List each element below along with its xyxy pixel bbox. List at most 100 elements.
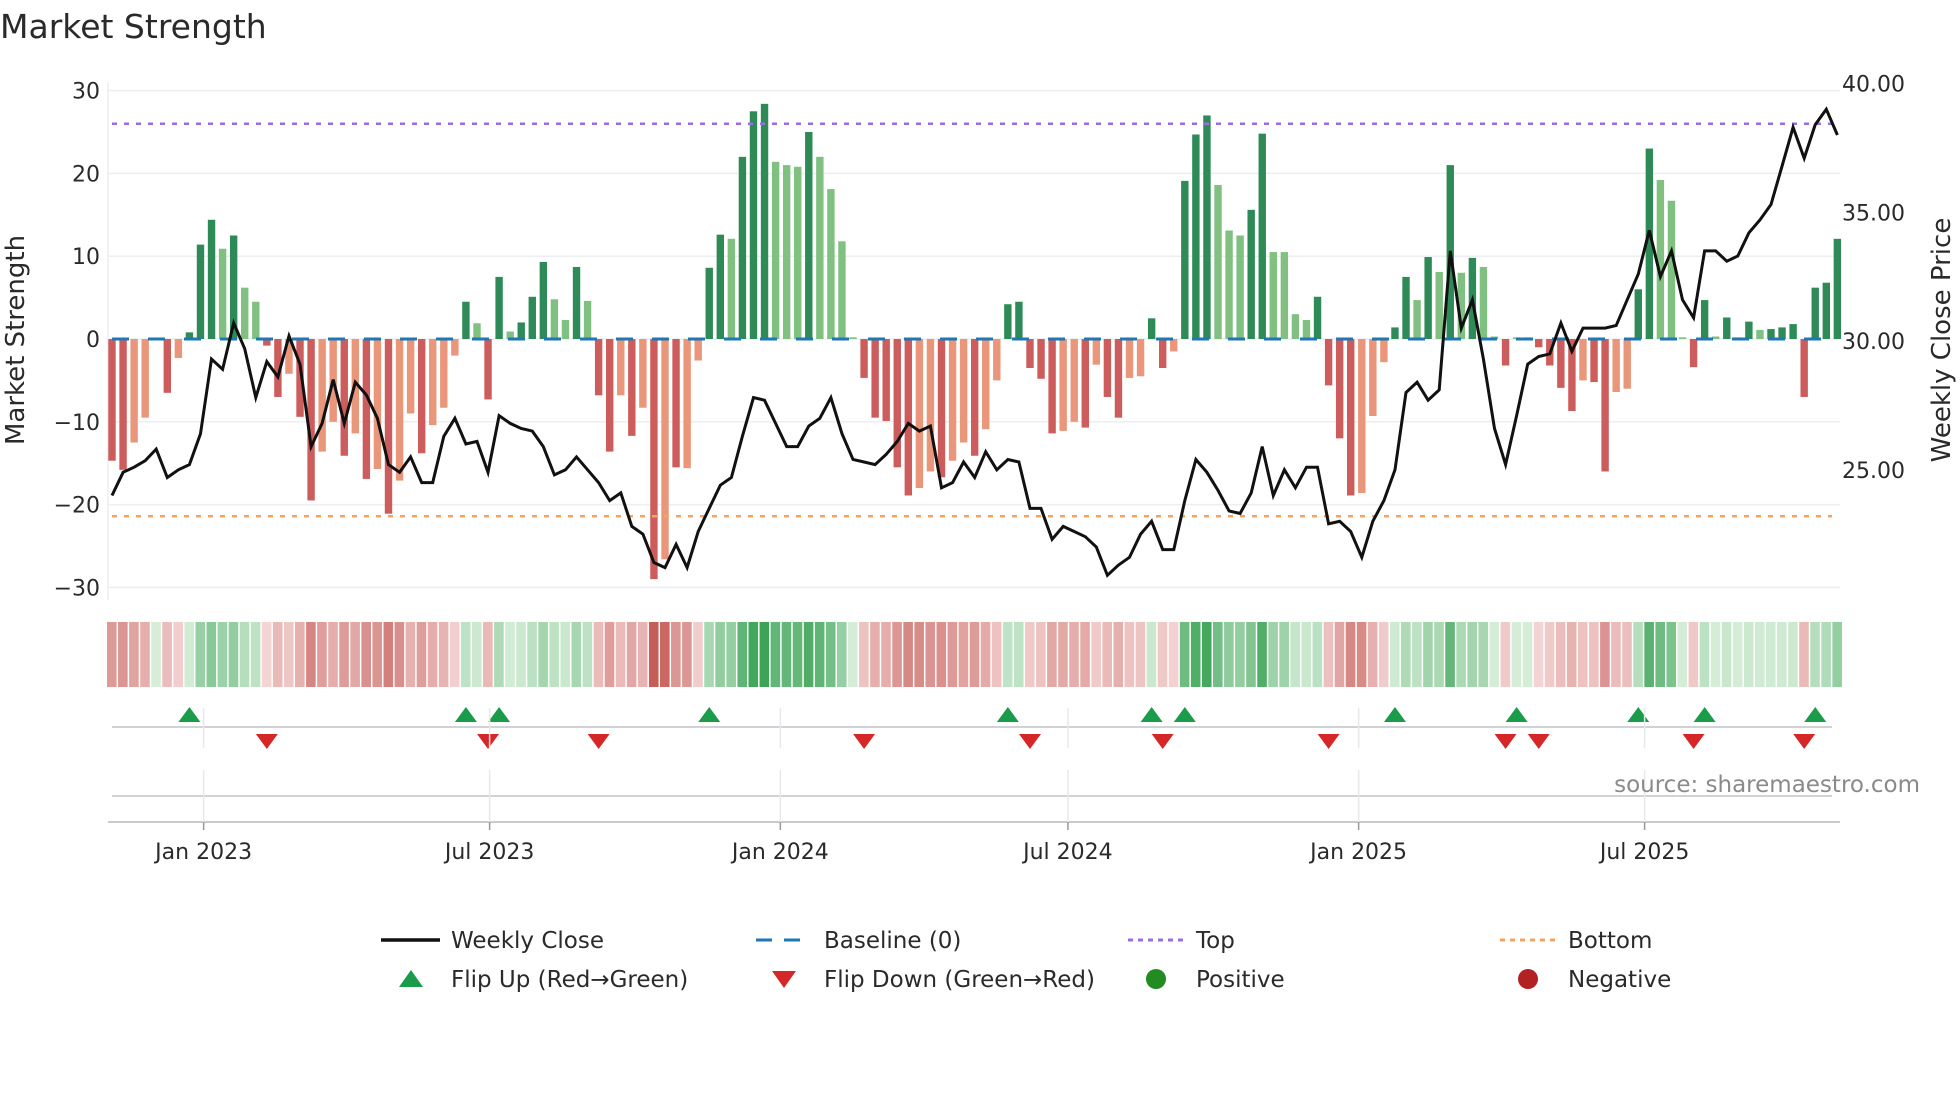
legend-label-bottom: Bottom — [1568, 928, 1652, 954]
heat-cell — [1334, 622, 1345, 687]
positive-bar — [1822, 282, 1830, 339]
positive-bar — [1833, 238, 1842, 339]
heat-cell — [1456, 622, 1466, 687]
flip-up-marker — [178, 707, 201, 722]
positive-bar — [196, 244, 205, 339]
heat-cell — [560, 622, 571, 687]
positive-bar — [1280, 252, 1289, 339]
strength-heat-strip — [107, 622, 1842, 687]
positive-bar — [1181, 180, 1189, 339]
positive-bar — [1214, 184, 1222, 339]
negative-bar — [860, 339, 868, 378]
heat-cell — [1356, 622, 1367, 687]
heat-cell — [726, 622, 736, 687]
heat-cell — [549, 622, 559, 687]
heat-cell — [748, 622, 759, 687]
heat-cell — [991, 622, 1002, 687]
positive-bar — [1236, 235, 1244, 339]
heat-cell — [483, 622, 493, 687]
heat-cell — [1312, 622, 1323, 687]
flip-up-marker — [996, 707, 1019, 722]
negative-bar — [130, 339, 138, 443]
heat-cell — [283, 622, 294, 687]
heat-cell — [1732, 622, 1743, 687]
flip-down-marker — [1151, 734, 1174, 749]
heat-cell — [383, 622, 394, 687]
negative-bar — [1501, 339, 1510, 366]
heat-cell — [848, 622, 858, 687]
positive-bar — [1424, 257, 1432, 339]
heat-cell — [1190, 622, 1201, 687]
legend-label-flip-up-red-green: Flip Up (Red→Green) — [451, 967, 688, 993]
heat-cell — [173, 622, 183, 687]
heat-cell — [626, 622, 637, 687]
x-tick-label: Jan 2024 — [730, 840, 829, 865]
heat-cell — [328, 622, 338, 687]
heat-cell — [339, 622, 349, 687]
heat-cell — [958, 622, 969, 687]
negative-bar — [362, 339, 371, 479]
heat-cell — [1699, 622, 1710, 687]
heat-cell — [295, 622, 305, 687]
heat-cell — [162, 622, 172, 687]
flip-up-marker — [1505, 707, 1528, 722]
positive-bar — [473, 323, 481, 339]
y-tick-label: 20 — [72, 162, 100, 187]
circle-icon — [1146, 969, 1166, 989]
negative-bar — [451, 339, 459, 356]
heat-cell — [438, 622, 449, 687]
heat-cell — [1013, 622, 1024, 687]
flip-down-marker — [1682, 734, 1705, 749]
heat-cell — [792, 622, 803, 687]
heat-cell — [870, 622, 880, 687]
positive-bar — [1192, 134, 1200, 339]
circle-icon — [1518, 969, 1538, 989]
heat-cell — [1235, 622, 1245, 687]
y2-tick-label: 30.00 — [1842, 330, 1905, 355]
negative-bar — [174, 339, 183, 359]
flip-up-marker — [1627, 707, 1650, 722]
negative-bar — [926, 339, 935, 472]
negative-bar — [1623, 339, 1631, 389]
positive-bar — [794, 166, 802, 339]
heat-cell — [272, 622, 283, 687]
positive-bar — [1015, 301, 1023, 339]
negative-bar — [650, 339, 658, 580]
y-tick-label: 10 — [72, 245, 100, 270]
negative-bar — [1026, 339, 1034, 368]
negative-bar — [373, 339, 382, 469]
heat-cell — [449, 622, 460, 687]
x-tick-label: Jan 2025 — [1308, 840, 1407, 865]
heat-cell — [427, 622, 438, 687]
positive-bar — [1313, 296, 1322, 339]
flip-down-marker — [1317, 734, 1340, 749]
negative-bar — [384, 339, 393, 514]
x-tick-label: Jul 2024 — [1021, 840, 1113, 865]
heat-cell — [1555, 622, 1566, 687]
y-tick-label: −20 — [54, 494, 100, 519]
positive-bar — [1667, 200, 1676, 339]
heat-cell — [1290, 622, 1301, 687]
heat-cell — [1113, 622, 1124, 687]
heat-cell — [1799, 622, 1809, 687]
negative-bar — [1380, 339, 1388, 363]
heat-cell — [1434, 622, 1444, 687]
negative-bar — [1535, 339, 1543, 348]
negative-bar — [1059, 339, 1067, 431]
positive-bar — [760, 103, 769, 340]
triangle-down-icon — [772, 971, 796, 988]
negative-bar — [937, 339, 946, 478]
negative-bar — [1070, 339, 1078, 422]
flip-down-marker — [255, 734, 278, 749]
heat-cell — [140, 622, 150, 687]
legend-label-top: Top — [1195, 928, 1235, 954]
negative-bar — [1136, 339, 1145, 377]
heat-cell — [781, 622, 792, 687]
flip-up-marker — [1140, 707, 1163, 722]
heat-cell — [1577, 622, 1588, 687]
heat-cell — [1777, 622, 1787, 687]
flip-down-marker — [587, 734, 610, 749]
heat-cell — [859, 622, 869, 687]
heat-cell — [881, 622, 891, 687]
heat-cell — [1412, 622, 1422, 687]
